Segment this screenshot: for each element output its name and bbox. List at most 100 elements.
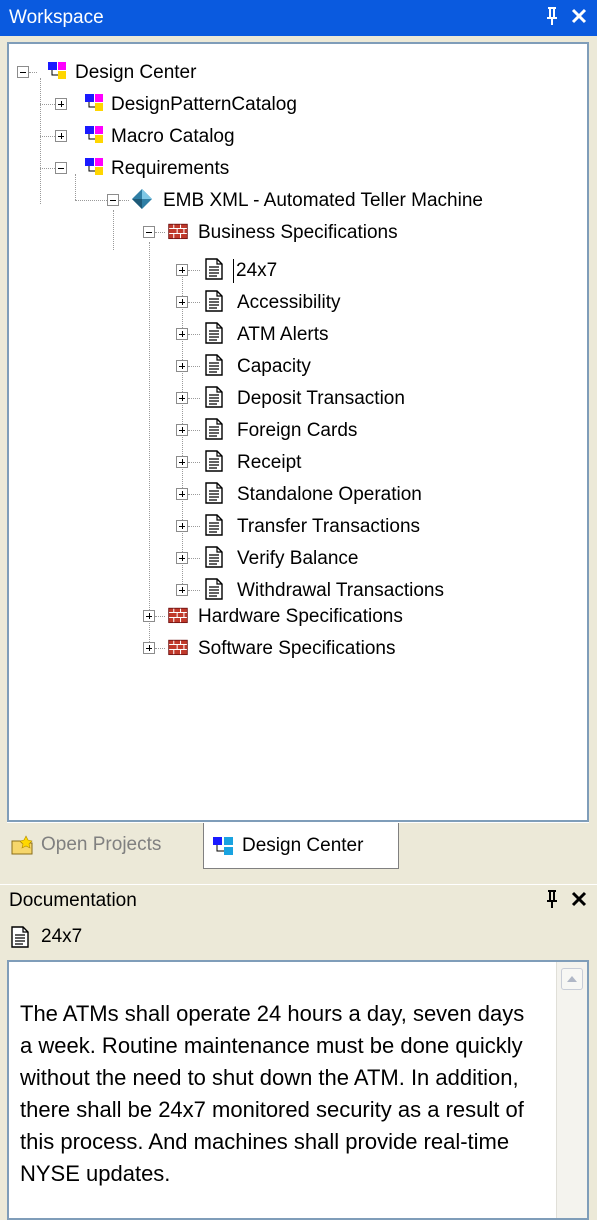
document-icon — [205, 578, 223, 600]
document-icon — [205, 258, 223, 280]
model-diamond-icon — [132, 189, 152, 209]
tab-open-projects-label: Open Projects — [41, 834, 162, 855]
vertical-scrollbar[interactable] — [556, 962, 587, 1218]
document-icon — [205, 354, 223, 376]
documentation-text-area[interactable]: The ATMs shall operate 24 hours a day, s… — [7, 960, 589, 1220]
tree-connector — [155, 232, 165, 233]
close-icon[interactable] — [571, 888, 587, 917]
document-icon — [205, 418, 223, 440]
scroll-up-button[interactable] — [561, 968, 583, 990]
expand-toggle[interactable] — [176, 264, 188, 276]
workspace-tabs: Open Projects Design Center — [7, 822, 589, 873]
tree-connector — [188, 462, 200, 463]
specification-bricks-icon — [168, 607, 188, 624]
workspace-title: Workspace — [9, 7, 104, 28]
expand-toggle[interactable] — [176, 552, 188, 564]
tree-item-requirement[interactable]: Withdrawal Transactions — [237, 579, 444, 603]
expand-toggle[interactable] — [143, 610, 155, 622]
tree-item-requirement[interactable]: Verify Balance — [237, 547, 358, 571]
tree-item-requirement[interactable]: Foreign Cards — [237, 419, 357, 443]
document-icon — [205, 482, 223, 504]
tree-item-requirement[interactable]: Capacity — [237, 355, 311, 379]
tree-connector — [29, 72, 37, 73]
workspace-controls — [545, 5, 587, 34]
workspace-title-bar: Workspace — [0, 0, 597, 36]
tree-connector — [188, 494, 200, 495]
tree-item-requirement[interactable]: Transfer Transactions — [237, 515, 420, 539]
collapse-toggle[interactable] — [143, 226, 155, 238]
open-folder-icon — [11, 835, 33, 855]
tree-view: Design Center DesignPatternCatalog Macro… — [9, 44, 587, 820]
expand-toggle[interactable] — [176, 520, 188, 532]
documentation-item: 24x7 — [9, 922, 82, 952]
design-center-tree-pane[interactable]: Design Center DesignPatternCatalog Macro… — [7, 42, 589, 822]
documentation-title-bar: Documentation — [0, 884, 597, 916]
document-icon — [205, 514, 223, 536]
catalog-icon — [85, 94, 103, 111]
catalog-icon — [85, 126, 103, 143]
catalog-icon — [48, 62, 66, 79]
tree-item-model[interactable]: EMB XML - Automated Teller Machine — [163, 189, 483, 213]
expand-toggle[interactable] — [176, 360, 188, 372]
document-icon — [205, 546, 223, 568]
tree-item-macro-catalog[interactable]: Macro Catalog — [111, 125, 235, 149]
tree-item-software-specifications[interactable]: Software Specifications — [198, 637, 396, 661]
expand-toggle[interactable] — [55, 130, 67, 142]
documentation-title: Documentation — [9, 889, 137, 911]
tree-item-requirement[interactable]: Standalone Operation — [237, 483, 422, 507]
tree-item-requirement[interactable]: ATM Alerts — [237, 323, 329, 347]
tab-design-center-label: Design Center — [242, 834, 364, 856]
tree-connector — [188, 590, 200, 591]
tree-item-requirement[interactable]: 24x7 — [233, 259, 277, 283]
documentation-controls — [545, 888, 587, 917]
pin-icon[interactable] — [545, 888, 559, 917]
tree-connector — [188, 526, 200, 527]
tree-connector — [188, 558, 200, 559]
tree-item-business-specifications[interactable]: Business Specifications — [198, 221, 398, 245]
tree-item-requirements[interactable]: Requirements — [111, 157, 229, 181]
tree-connector — [155, 616, 165, 617]
document-icon — [11, 926, 29, 948]
expand-toggle[interactable] — [176, 488, 188, 500]
tree-item-design-pattern-catalog[interactable]: DesignPatternCatalog — [111, 93, 297, 117]
documentation-item-name: 24x7 — [41, 926, 83, 947]
design-center-icon — [213, 836, 233, 855]
tree-connector — [188, 334, 200, 335]
tree-connector — [40, 104, 55, 105]
expand-toggle[interactable] — [55, 98, 67, 110]
collapse-toggle[interactable] — [107, 194, 119, 206]
tree-item-requirement[interactable]: Deposit Transaction — [237, 387, 405, 411]
tree-connector — [119, 200, 129, 201]
expand-toggle[interactable] — [176, 328, 188, 340]
tree-connector — [188, 302, 200, 303]
expand-toggle[interactable] — [176, 392, 188, 404]
collapse-toggle[interactable] — [17, 66, 29, 78]
expand-toggle[interactable] — [176, 456, 188, 468]
tab-open-projects[interactable]: Open Projects — [11, 823, 161, 867]
tree-item-requirement[interactable]: Receipt — [237, 451, 301, 475]
expand-toggle[interactable] — [176, 296, 188, 308]
document-icon — [205, 322, 223, 344]
tab-design-center[interactable]: Design Center — [203, 823, 399, 869]
document-icon — [205, 386, 223, 408]
tree-item-hardware-specifications[interactable]: Hardware Specifications — [198, 605, 403, 629]
document-icon — [205, 290, 223, 312]
pin-icon[interactable] — [545, 5, 559, 34]
tree-connector — [188, 366, 200, 367]
documentation-text: The ATMs shall operate 24 hours a day, s… — [20, 1001, 525, 1186]
tree-connector — [40, 78, 41, 204]
tree-connector — [155, 648, 165, 649]
tree-connector — [40, 168, 55, 169]
collapse-toggle[interactable] — [55, 162, 67, 174]
tree-connector — [188, 398, 200, 399]
catalog-icon — [85, 158, 103, 175]
expand-toggle[interactable] — [176, 424, 188, 436]
specification-bricks-icon — [168, 639, 188, 656]
expand-toggle[interactable] — [176, 584, 188, 596]
close-icon[interactable] — [571, 5, 587, 34]
tree-connector — [188, 430, 200, 431]
tree-item-requirement[interactable]: Accessibility — [237, 291, 340, 315]
expand-toggle[interactable] — [143, 642, 155, 654]
tree-connector — [75, 174, 76, 200]
tree-item-design-center[interactable]: Design Center — [75, 61, 196, 85]
